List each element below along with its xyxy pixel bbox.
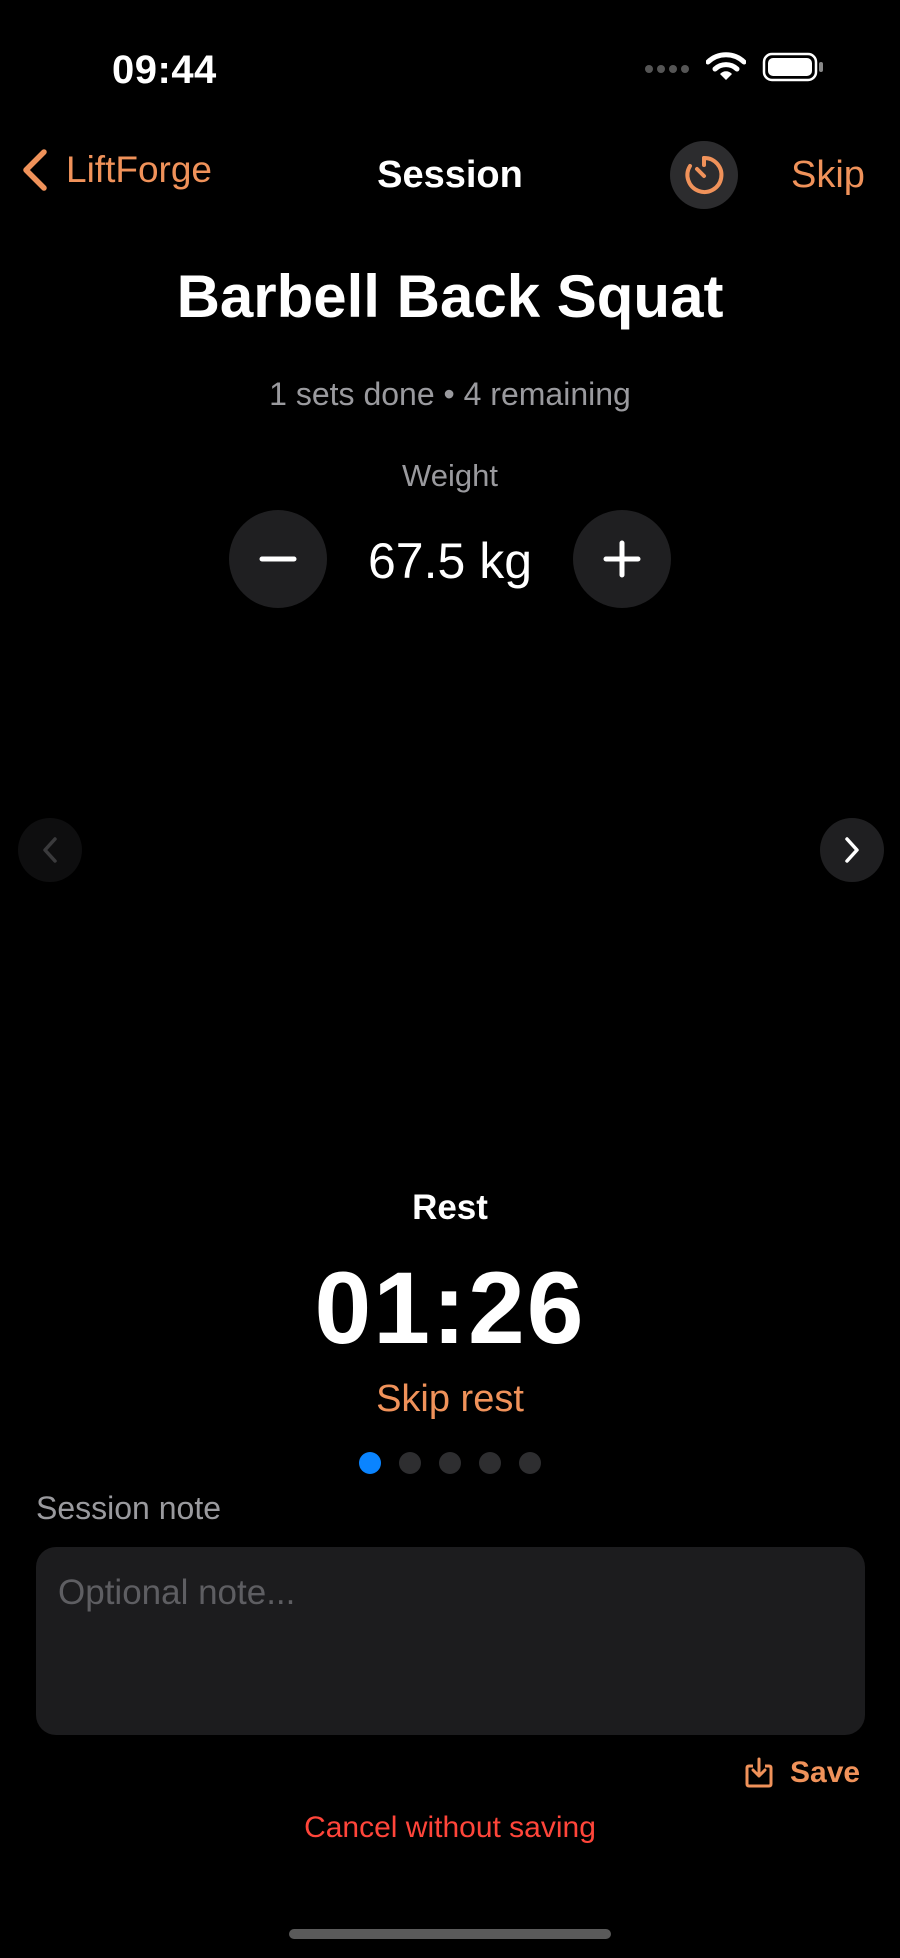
increase-weight-button[interactable] [573,510,671,608]
save-button[interactable]: Save [744,1756,860,1790]
session-note-input[interactable] [36,1547,865,1735]
rest-countdown: 01:26 [314,1251,586,1365]
rest-timer-button[interactable] [670,141,738,209]
next-set-button[interactable] [820,818,884,882]
exercise-title: Barbell Back Squat [176,263,724,330]
session-note-box [36,1547,865,1735]
save-button-label: Save [790,1756,861,1789]
battery-icon [762,52,823,82]
set-progress: 1 sets done • 4 remaining [269,376,631,412]
weight-value: 67.5 kg [367,533,532,589]
cancel-without-saving-button[interactable]: Cancel without saving [0,1811,900,1845]
status-time: 09:44 [112,48,217,92]
session-note-label: Session note [36,1490,222,1526]
home-indicator [289,1929,611,1939]
page-dot[interactable] [519,1452,541,1474]
chevron-right-icon [845,837,859,863]
page-dot[interactable] [399,1452,421,1474]
nav-title: Session [377,154,523,196]
cellular-signal-icon [645,65,689,73]
page-dot[interactable] [439,1452,461,1474]
chevron-left-icon [43,837,57,863]
skip-button[interactable]: Skip [791,154,865,197]
page-dot[interactable] [359,1452,381,1474]
skip-rest-button[interactable]: Skip rest [0,1378,900,1421]
page-dot[interactable] [479,1452,501,1474]
previous-set-button[interactable] [18,818,82,882]
page-indicator [0,1452,900,1474]
weight-label: Weight [402,458,498,493]
status-icons [644,52,824,82]
rest-label: Rest [412,1188,488,1227]
timer-icon [685,155,724,194]
wifi-icon [706,52,746,80]
save-icon [745,1757,773,1788]
plus-icon [603,540,641,578]
